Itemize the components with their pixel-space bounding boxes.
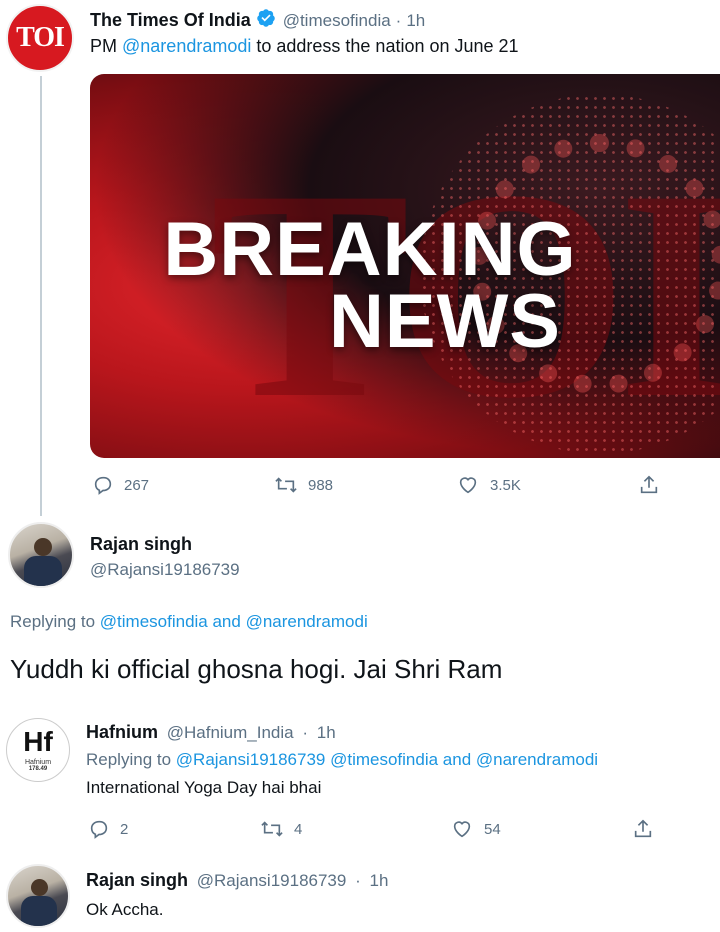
- rajan-avatar-figure: [34, 538, 52, 556]
- replying-mention-1[interactable]: @timesofindia: [100, 612, 208, 631]
- tweet-text: International Yoga Day hai bhai: [86, 778, 322, 797]
- tweet-header: The Times Of India @timesofindia · 1h: [90, 8, 425, 33]
- replying-mention-1[interactable]: @Rajansi19186739: [176, 750, 326, 769]
- share-action[interactable]: [638, 474, 660, 496]
- reply-action[interactable]: 267: [92, 474, 149, 496]
- breaking-news-text: BREAKING NEWS: [90, 207, 650, 365]
- like-action[interactable]: 54: [450, 818, 501, 840]
- thread-line: [40, 76, 42, 516]
- tweet-time[interactable]: 1h: [369, 871, 388, 890]
- like-icon: [450, 818, 474, 840]
- tweet-time[interactable]: 1h: [317, 723, 336, 742]
- tweet-text: PM @narendramodi to address the nation o…: [90, 36, 519, 57]
- share-action[interactable]: [632, 818, 654, 840]
- retweet-icon: [274, 474, 298, 496]
- rajan-avatar-figure: [31, 879, 48, 896]
- header-separator: ·: [302, 723, 309, 742]
- share-icon: [632, 818, 654, 840]
- tweet-media-image[interactable]: TOI BREAKING NEWS: [90, 74, 720, 458]
- author-handle[interactable]: @Rajansi19186739: [197, 871, 347, 890]
- reply-action[interactable]: 2: [88, 818, 128, 840]
- replying-to: Replying to @Rajansi19186739 @timesofind…: [86, 750, 598, 770]
- tweet-text: Ok Accha.: [86, 900, 164, 919]
- reply-count: 267: [124, 476, 150, 494]
- author-name[interactable]: The Times Of India: [90, 10, 251, 31]
- toi-avatar[interactable]: TOI: [6, 4, 74, 72]
- reply-icon: [92, 474, 114, 496]
- replying-label: Replying to: [10, 612, 100, 631]
- tweet-text: Yuddh ki official ghosna hogi. Jai Shri …: [10, 654, 503, 684]
- replying-and: and: [438, 750, 476, 769]
- like-count: 54: [484, 820, 501, 838]
- like-count: 3.5K: [490, 476, 521, 494]
- retweet-count: 988: [308, 476, 334, 494]
- breaking-word: BREAKING: [163, 207, 577, 292]
- like-icon: [456, 474, 480, 496]
- rajan-avatar-body: [24, 556, 62, 586]
- replying-mention-3[interactable]: @narendramodi: [476, 750, 598, 769]
- rajan-avatar[interactable]: [8, 522, 74, 588]
- rajan-avatar-body: [21, 896, 57, 926]
- retweet-icon: [260, 818, 284, 840]
- author-handle[interactable]: @Hafnium_India: [167, 723, 294, 742]
- tweet-header: Rajan singh @Rajansi19186739 · 1h: [86, 870, 388, 891]
- tweet-time[interactable]: 1h: [406, 11, 425, 31]
- rajan-avatar[interactable]: [6, 864, 70, 928]
- hafnium-avatar[interactable]: Hf Hafnium 178.49: [6, 718, 70, 782]
- verified-badge-icon: [256, 8, 276, 33]
- author-name[interactable]: Rajan singh: [90, 534, 192, 555]
- retweet-action[interactable]: 988: [274, 474, 333, 496]
- tweet-header: Hafnium @Hafnium_India · 1h: [86, 722, 336, 743]
- like-action[interactable]: 3.5K: [456, 474, 521, 496]
- hafnium-symbol: Hf: [23, 726, 53, 757]
- reply-count: 2: [120, 820, 129, 838]
- author-handle[interactable]: @timesofindia: [283, 11, 391, 31]
- author-handle[interactable]: @Rajansi19186739: [90, 560, 240, 580]
- replying-mention-2[interactable]: @narendramodi: [246, 612, 368, 631]
- share-icon: [638, 474, 660, 496]
- mention-link[interactable]: @narendramodi: [122, 36, 251, 56]
- replying-mention-2[interactable]: @timesofindia: [330, 750, 438, 769]
- toi-avatar-text: TOI: [16, 22, 65, 53]
- header-separator: ·: [355, 871, 361, 890]
- tweet-text-pre: PM: [90, 36, 123, 56]
- retweet-action[interactable]: 4: [260, 818, 302, 840]
- news-word: NEWS: [329, 279, 561, 365]
- hafnium-avatar-name: Hafnium: [24, 759, 52, 766]
- tweet-text-post: to address the nation on June 21: [251, 36, 519, 56]
- replying-and: and: [207, 612, 246, 631]
- author-name[interactable]: Hafnium: [86, 722, 158, 742]
- replying-to: Replying to @timesofindia and @narendram…: [10, 612, 368, 632]
- replying-label: Replying to: [86, 750, 176, 769]
- hafnium-avatar-mass: 178.49: [28, 766, 48, 772]
- reply-icon: [88, 818, 110, 840]
- header-separator: ·: [395, 10, 402, 30]
- retweet-count: 4: [294, 820, 303, 838]
- author-name[interactable]: Rajan singh: [86, 870, 188, 890]
